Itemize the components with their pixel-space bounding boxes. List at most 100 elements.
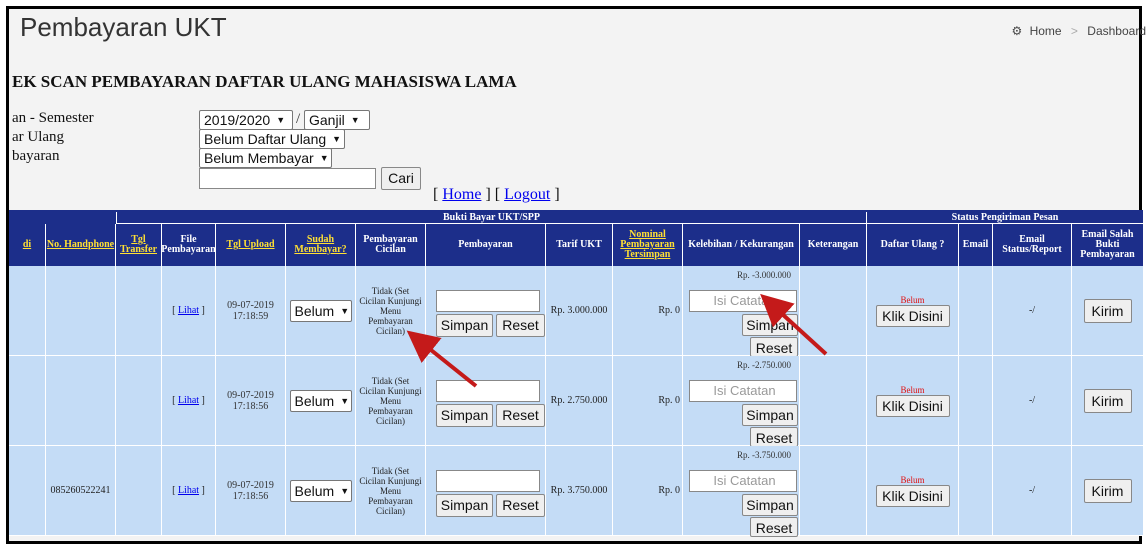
cell-file: [ Lihat ] bbox=[161, 356, 215, 446]
breadcrumb-home[interactable]: Home bbox=[1030, 24, 1062, 38]
chevron-down-icon: ▼ bbox=[332, 134, 342, 144]
catatan-input[interactable]: Isi Catatan bbox=[689, 290, 797, 312]
klik-disini-button[interactable]: Klik Disini bbox=[875, 304, 950, 327]
chevron-down-icon: ▼ bbox=[340, 485, 350, 496]
lihat-link[interactable]: Lihat bbox=[178, 395, 199, 406]
search-input[interactable] bbox=[199, 168, 376, 189]
sudah-membayar-select[interactable]: Belum ▼ bbox=[289, 389, 352, 412]
cari-button[interactable]: Cari bbox=[381, 167, 421, 190]
table-row: 085260522241 [ Lihat ] 09-07-2019 17:18:… bbox=[9, 446, 1143, 537]
reset-button[interactable]: Reset bbox=[496, 404, 545, 427]
selisih-text: Rp. -3.750.000 bbox=[737, 450, 791, 460]
sudah-membayar-select[interactable]: Belum ▼ bbox=[289, 479, 352, 502]
simpan-button[interactable]: Simpan bbox=[436, 404, 493, 427]
breadcrumb: ⚙ Home > Dashboard bbox=[1011, 24, 1146, 38]
col-kelebihan: Kelebihan / Kekurangan bbox=[682, 224, 799, 266]
chevron-down-icon: ▼ bbox=[319, 153, 329, 163]
logout-link[interactable]: Logout bbox=[504, 186, 550, 203]
lihat-link-wrap: [ Lihat ] bbox=[172, 485, 205, 496]
cell-email-salah: Kirim bbox=[1071, 446, 1143, 536]
reset-catatan-button[interactable]: Reset bbox=[750, 427, 798, 447]
col-di[interactable]: di bbox=[9, 224, 45, 266]
pembayaran-input[interactable] bbox=[436, 380, 540, 402]
section-heading: EK SCAN PEMBAYARAN DAFTAR ULANG MAHASISW… bbox=[12, 72, 517, 91]
kirim-button[interactable]: Kirim bbox=[1083, 298, 1132, 323]
nav-links: [ Home ] [ Logout ] bbox=[433, 186, 560, 204]
cell-email-status: -/ bbox=[992, 446, 1071, 536]
col-tgl-upload[interactable]: Tgl Upload bbox=[215, 224, 285, 266]
reset-catatan-button[interactable]: Reset bbox=[750, 517, 798, 537]
cell-tersimpan: Rp. 0 bbox=[612, 356, 682, 446]
col-tgl-transfer[interactable]: Tgl Transfer bbox=[115, 224, 161, 266]
cell-cicilan: Tidak (Set Cicilan Kunjungi Menu Pembaya… bbox=[355, 446, 425, 536]
simpan-catatan-button[interactable]: Simpan bbox=[742, 314, 798, 336]
tersimpan-text: Rp. 0 bbox=[658, 395, 680, 406]
lihat-link-wrap: [ Lihat ] bbox=[172, 305, 205, 316]
cell-tarif: Rp. 2.750.000 bbox=[545, 356, 612, 446]
cell-tgl-upload: 09-07-2019 17:18:59 bbox=[215, 266, 285, 356]
tarif-text: Rp. 2.750.000 bbox=[550, 395, 608, 406]
reset-button[interactable]: Reset bbox=[496, 314, 545, 337]
cell-kelebihan: Rp. -2.750.000 Isi Catatan Simpan Reset bbox=[682, 356, 799, 447]
sudah-membayar-select[interactable]: Belum ▼ bbox=[289, 299, 352, 322]
status-bayar-select[interactable]: Belum Membayar ▼ bbox=[199, 148, 332, 168]
breadcrumb-separator: > bbox=[1070, 24, 1078, 38]
kirim-button[interactable]: Kirim bbox=[1083, 478, 1132, 503]
nav-bracket: [ bbox=[433, 186, 443, 203]
col-nominal-tersimpan[interactable]: Nominal Pembayaran Tersimpan bbox=[612, 224, 682, 266]
klik-disini-button[interactable]: Klik Disini bbox=[875, 394, 950, 417]
daftar-status-text: Belum bbox=[900, 294, 925, 305]
cell-tarif: Rp. 3.000.000 bbox=[545, 266, 612, 356]
simpan-catatan-button[interactable]: Simpan bbox=[742, 494, 798, 516]
cell-daftar-ulang: Belum Klik Disini bbox=[866, 356, 958, 446]
cell-email-salah: Kirim bbox=[1071, 356, 1143, 446]
cell-kelebihan: Rp. -3.750.000 Isi Catatan Simpan Reset bbox=[682, 446, 799, 537]
page-title: Pembayaran UKT bbox=[20, 12, 227, 42]
cicilan-text: Tidak (Set Cicilan Kunjungi Menu Pembaya… bbox=[359, 465, 422, 516]
chevron-down-icon: ▼ bbox=[350, 115, 360, 125]
selisih-text: Rp. -3.000.000 bbox=[737, 270, 791, 280]
cicilan-text: Tidak (Set Cicilan Kunjungi Menu Pembaya… bbox=[359, 285, 422, 336]
tahun-select[interactable]: 2019/2020 ▼ bbox=[199, 110, 293, 130]
cell-phone: 085260522241 bbox=[45, 446, 115, 536]
kirim-button[interactable]: Kirim bbox=[1083, 388, 1132, 413]
klik-disini-button[interactable]: Klik Disini bbox=[875, 484, 950, 507]
cell-file: [ Lihat ] bbox=[161, 446, 215, 536]
semester-select[interactable]: Ganjil ▼ bbox=[304, 110, 370, 130]
cell-pembayaran: Simpan Reset bbox=[425, 266, 545, 356]
simpan-catatan-button[interactable]: Simpan bbox=[742, 404, 798, 426]
upload-time: 17:18:59 bbox=[232, 310, 269, 322]
tarif-text: Rp. 3.750.000 bbox=[550, 485, 608, 496]
breadcrumb-current: Dashboard bbox=[1087, 24, 1146, 38]
cell-tersimpan: Rp. 0 bbox=[612, 446, 682, 536]
daftar-ulang-select[interactable]: Belum Daftar Ulang ▼ bbox=[199, 129, 345, 149]
catatan-input[interactable]: Isi Catatan bbox=[689, 470, 797, 492]
reset-button[interactable]: Reset bbox=[496, 494, 545, 517]
cell-di bbox=[9, 266, 45, 356]
cell-keterangan bbox=[799, 266, 866, 356]
pembayaran-input[interactable] bbox=[436, 290, 540, 312]
simpan-button[interactable]: Simpan bbox=[436, 494, 493, 517]
chevron-down-icon: ▼ bbox=[276, 115, 286, 125]
lihat-link[interactable]: Lihat bbox=[178, 305, 199, 316]
dashboard-icon: ⚙ bbox=[1011, 24, 1023, 38]
catatan-input[interactable]: Isi Catatan bbox=[689, 380, 797, 402]
simpan-button[interactable]: Simpan bbox=[436, 314, 493, 337]
reset-catatan-button[interactable]: Reset bbox=[750, 337, 798, 357]
col-no-hp[interactable]: No. Handphone bbox=[45, 224, 115, 266]
selisih-text: Rp. -2.750.000 bbox=[737, 360, 791, 370]
cell-tgl-upload: 09-07-2019 17:18:56 bbox=[215, 356, 285, 446]
lihat-link[interactable]: Lihat bbox=[178, 485, 199, 496]
cell-keterangan bbox=[799, 356, 866, 446]
cicilan-text: Tidak (Set Cicilan Kunjungi Menu Pembaya… bbox=[359, 375, 422, 426]
nav-bracket: ] [ bbox=[481, 186, 505, 203]
upload-date: 09-07-2019 bbox=[227, 299, 274, 311]
year-semester-separator: / bbox=[296, 111, 301, 127]
cell-email bbox=[958, 266, 992, 356]
cell-di bbox=[9, 356, 45, 446]
home-link[interactable]: Home bbox=[442, 186, 481, 203]
col-sudah-membayar[interactable]: Sudah Membayar? bbox=[285, 224, 355, 266]
label-daftar-ulang: ar Ulang bbox=[12, 129, 65, 145]
pembayaran-input[interactable] bbox=[436, 470, 540, 492]
group-status-pesan: Status Pengiriman Pesan bbox=[866, 212, 1143, 224]
